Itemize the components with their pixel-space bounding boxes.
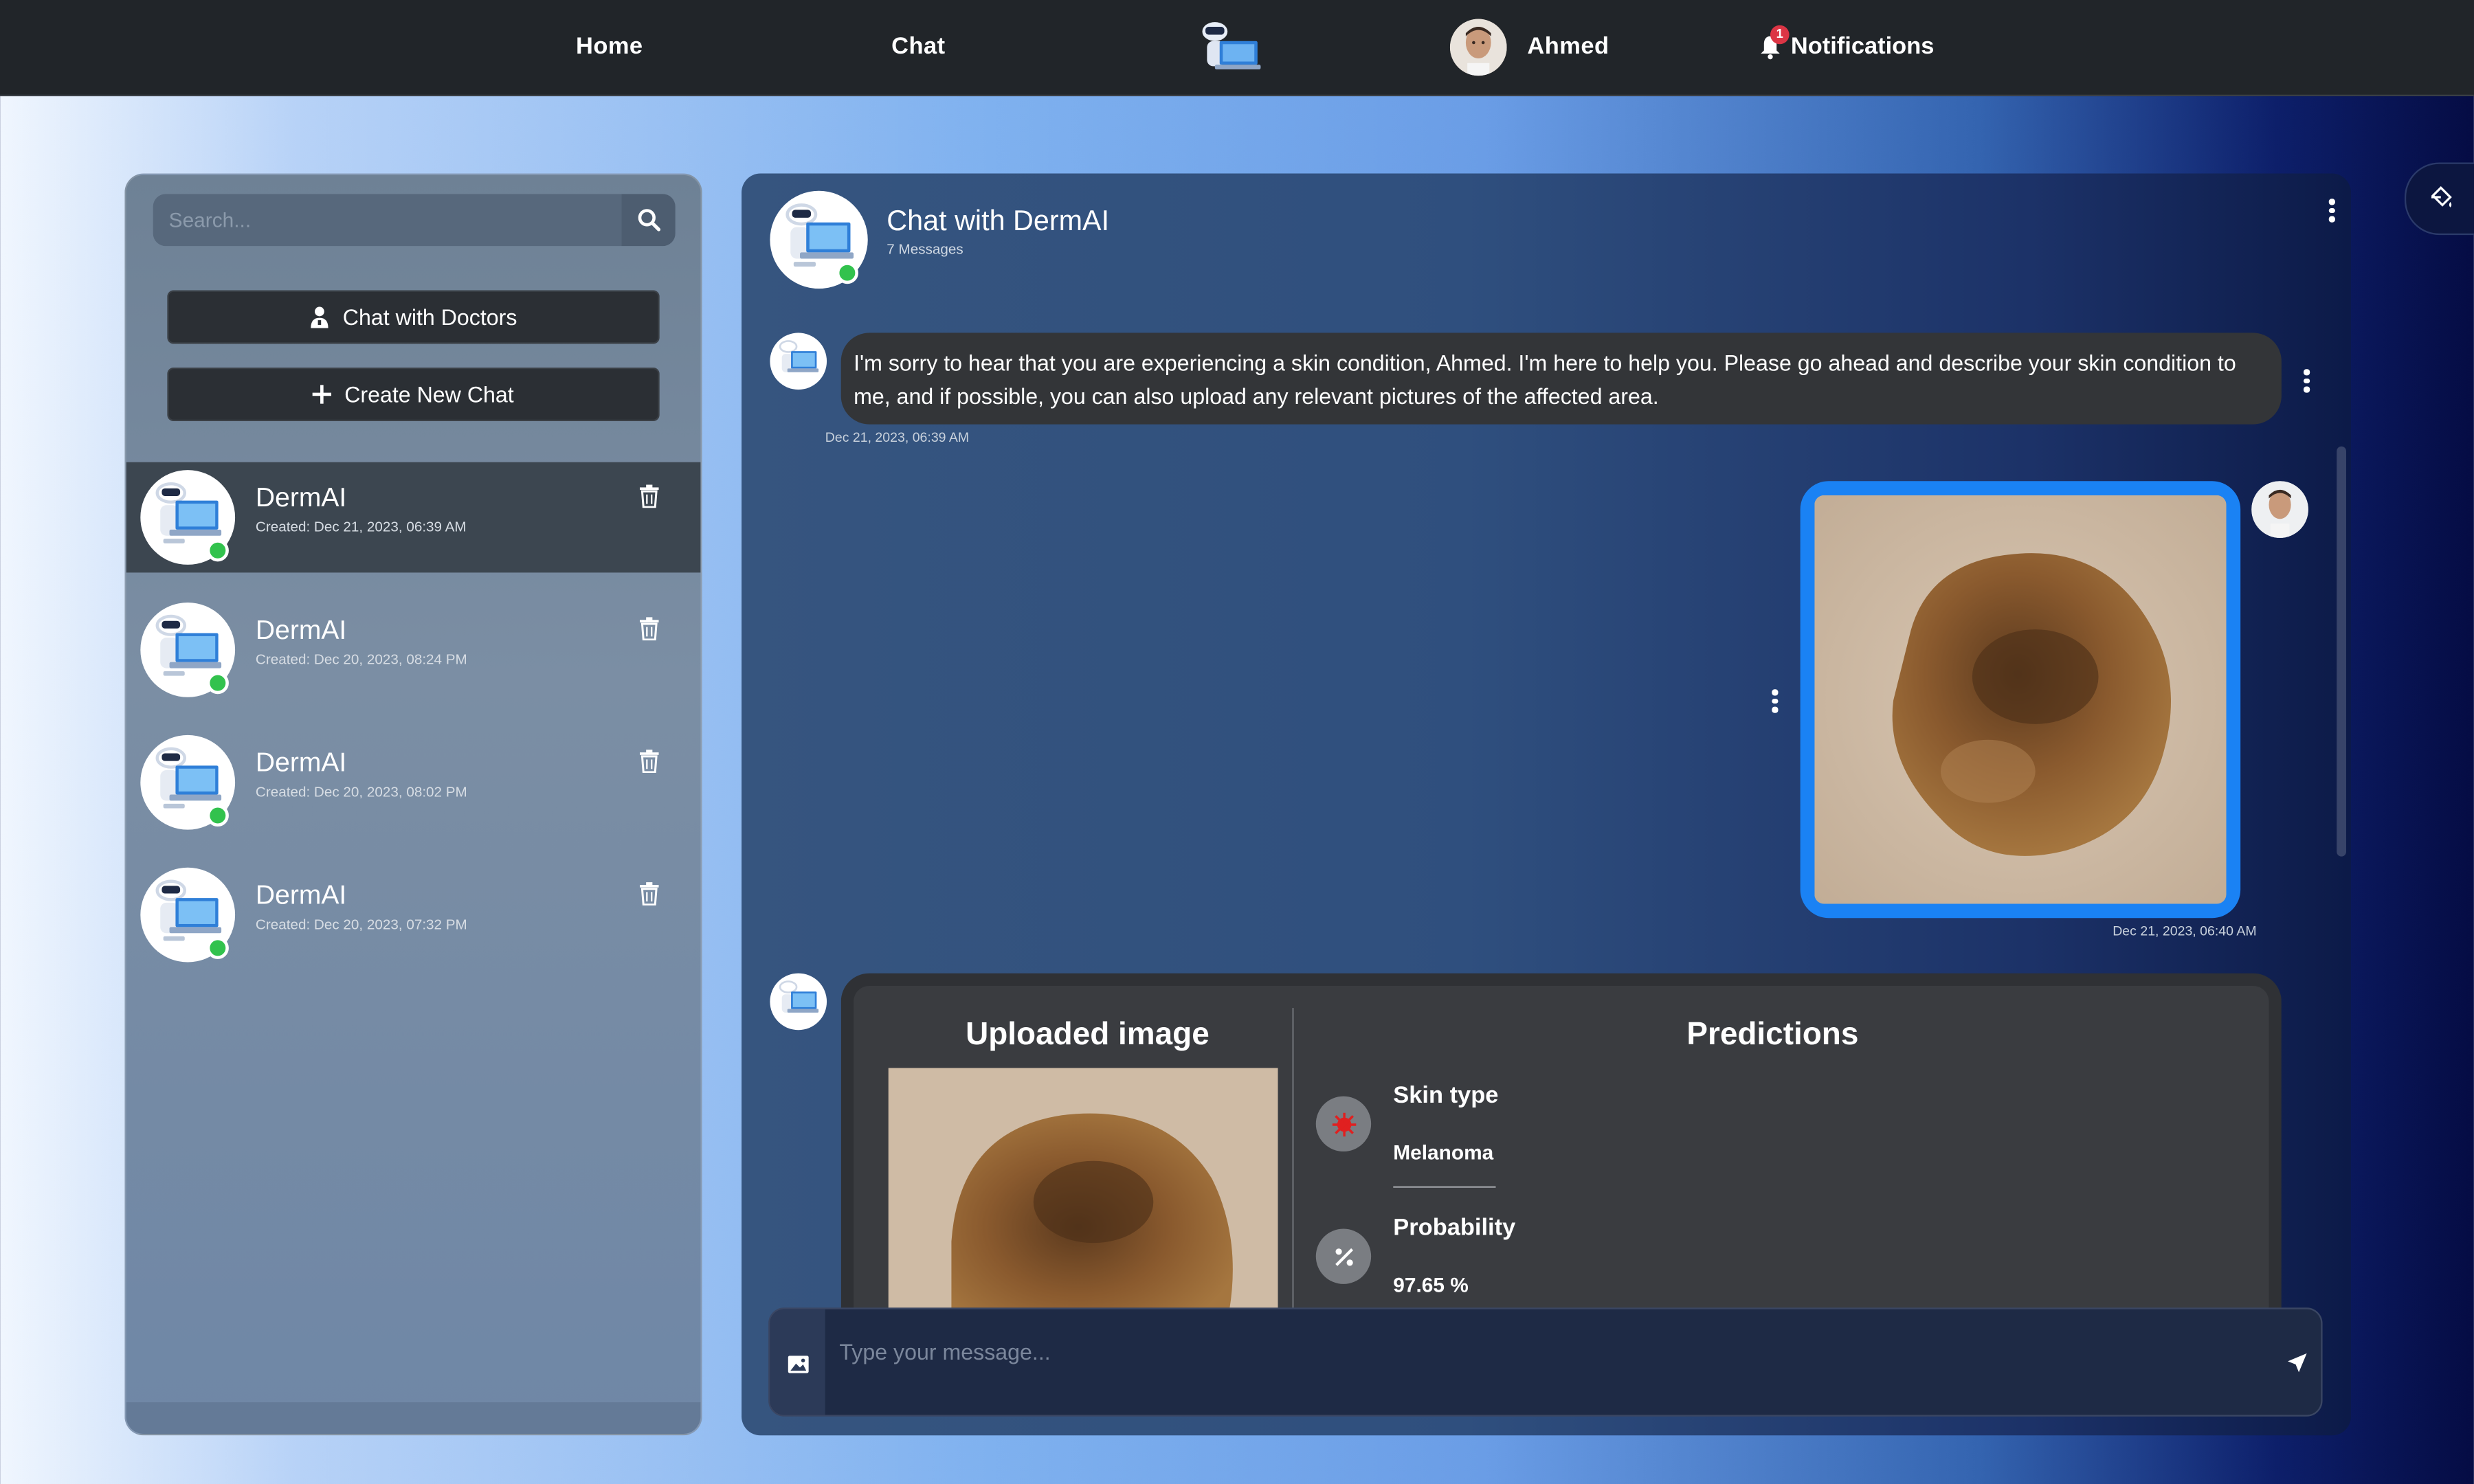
online-status-dot xyxy=(836,262,858,284)
chat-list-panel: Chat with Doctors Create New Chat DermAI… xyxy=(124,173,702,1436)
attach-image-button[interactable] xyxy=(770,1309,825,1415)
chat-item-created: Created: Dec 20, 2023, 08:02 PM xyxy=(255,784,467,800)
chat-with-doctors-button[interactable]: Chat with Doctors xyxy=(167,290,660,344)
search-icon xyxy=(637,209,660,232)
search-box xyxy=(153,194,676,247)
send-icon xyxy=(2288,1353,2307,1373)
plus-icon xyxy=(313,385,332,404)
percent-icon xyxy=(1315,1228,1372,1284)
user-message-avatar xyxy=(2251,481,2308,538)
skin-lesion-image xyxy=(1814,495,2227,904)
online-status-dot xyxy=(206,936,229,959)
chat-options-icon[interactable] xyxy=(2328,199,2335,222)
chat-title: Chat with DermAI xyxy=(887,205,1110,237)
message-input[interactable] xyxy=(839,1336,2228,1368)
card-divider xyxy=(1292,1008,1294,1320)
message-input-bar xyxy=(768,1307,2323,1417)
bot-message-avatar xyxy=(770,973,827,1031)
chat-list-item[interactable]: DermAI Created: Dec 20, 2023, 08:02 PM xyxy=(126,727,701,837)
chat-item-created: Created: Dec 20, 2023, 07:32 PM xyxy=(255,916,467,932)
chat-item-name: DermAI xyxy=(255,615,347,646)
message-options-icon[interactable] xyxy=(2304,369,2310,392)
theme-paint-button[interactable] xyxy=(2404,162,2474,236)
search-input[interactable] xyxy=(153,194,622,247)
bot-message-bubble: I'm sorry to hear that you are experienc… xyxy=(840,333,2282,425)
probability-value: 97.65 % xyxy=(1393,1272,1469,1297)
image-message-timestamp: Dec 21, 2023, 06:40 AM xyxy=(2113,923,2257,939)
image-message-options-icon[interactable] xyxy=(1772,689,1778,712)
skin-type-value: Melanoma xyxy=(1393,1140,1494,1165)
chat-item-name: DermAI xyxy=(255,747,347,778)
nav-home-link[interactable]: Home xyxy=(576,33,643,60)
trash-icon[interactable] xyxy=(639,750,660,774)
create-new-chat-button[interactable]: Create New Chat xyxy=(167,367,660,422)
message-timestamp: Dec 21, 2023, 06:39 AM xyxy=(825,429,970,445)
uploaded-image-heading: Uploaded image xyxy=(966,1017,1210,1053)
uploaded-image-message[interactable] xyxy=(1800,481,2241,919)
paint-bucket-icon xyxy=(2431,186,2452,207)
user-name-link[interactable]: Ahmed xyxy=(1527,33,1609,60)
chat-item-name: DermAI xyxy=(255,880,347,910)
notifications-label: Notifications xyxy=(1790,33,1935,60)
top-navbar: Home Chat Ahmed 1 Notifications xyxy=(0,0,2474,97)
trash-icon[interactable] xyxy=(639,881,660,906)
send-button[interactable] xyxy=(2286,1352,2308,1382)
notifications-link[interactable]: 1 Notifications xyxy=(1759,24,1935,60)
online-status-dot xyxy=(206,672,229,695)
virus-icon xyxy=(1315,1096,1372,1152)
prediction-skin-image xyxy=(888,1068,1278,1320)
sidebar-footer xyxy=(126,1402,701,1434)
chat-list-item[interactable]: DermAI Created: Dec 20, 2023, 07:32 PM xyxy=(126,859,701,970)
chat-item-created: Created: Dec 20, 2023, 08:24 PM xyxy=(255,651,467,668)
trash-icon[interactable] xyxy=(639,617,660,641)
doctor-icon xyxy=(311,306,329,328)
predictions-heading: Predictions xyxy=(1686,1017,1859,1053)
image-icon xyxy=(787,1355,808,1373)
dermai-logo[interactable] xyxy=(1193,19,1262,79)
create-new-chat-label: Create New Chat xyxy=(344,381,514,407)
chat-item-created: Created: Dec 21, 2023, 06:39 AM xyxy=(255,519,467,535)
trash-icon[interactable] xyxy=(639,484,660,508)
chat-with-doctors-label: Chat with Doctors xyxy=(342,304,517,330)
prediction-separator xyxy=(1393,1186,1496,1188)
bot-message-avatar xyxy=(770,333,827,390)
chat-list-item[interactable]: DermAI Created: Dec 21, 2023, 06:39 AM xyxy=(126,462,701,573)
chat-list-item[interactable]: DermAI Created: Dec 20, 2023, 08:24 PM xyxy=(126,595,701,706)
nav-chat-link[interactable]: Chat xyxy=(891,33,945,60)
chat-panel: Chat with DermAI 7 Messages I'm sorry to… xyxy=(742,173,2351,1436)
message-count: 7 Messages xyxy=(887,241,963,258)
prediction-result-card: Uploaded image Predictions Skin type Mel… xyxy=(840,973,2282,1320)
bell-icon: 1 xyxy=(1759,24,1790,59)
online-status-dot xyxy=(206,539,229,562)
skin-type-label: Skin type xyxy=(1393,1081,1499,1110)
chat-item-name: DermAI xyxy=(255,482,347,513)
search-button[interactable] xyxy=(621,194,676,247)
probability-label: Probability xyxy=(1393,1214,1516,1241)
messages-scrollbar[interactable] xyxy=(2337,446,2347,857)
notification-count-badge: 1 xyxy=(1770,24,1790,44)
online-status-dot xyxy=(206,804,229,827)
user-avatar[interactable] xyxy=(1449,19,1507,76)
